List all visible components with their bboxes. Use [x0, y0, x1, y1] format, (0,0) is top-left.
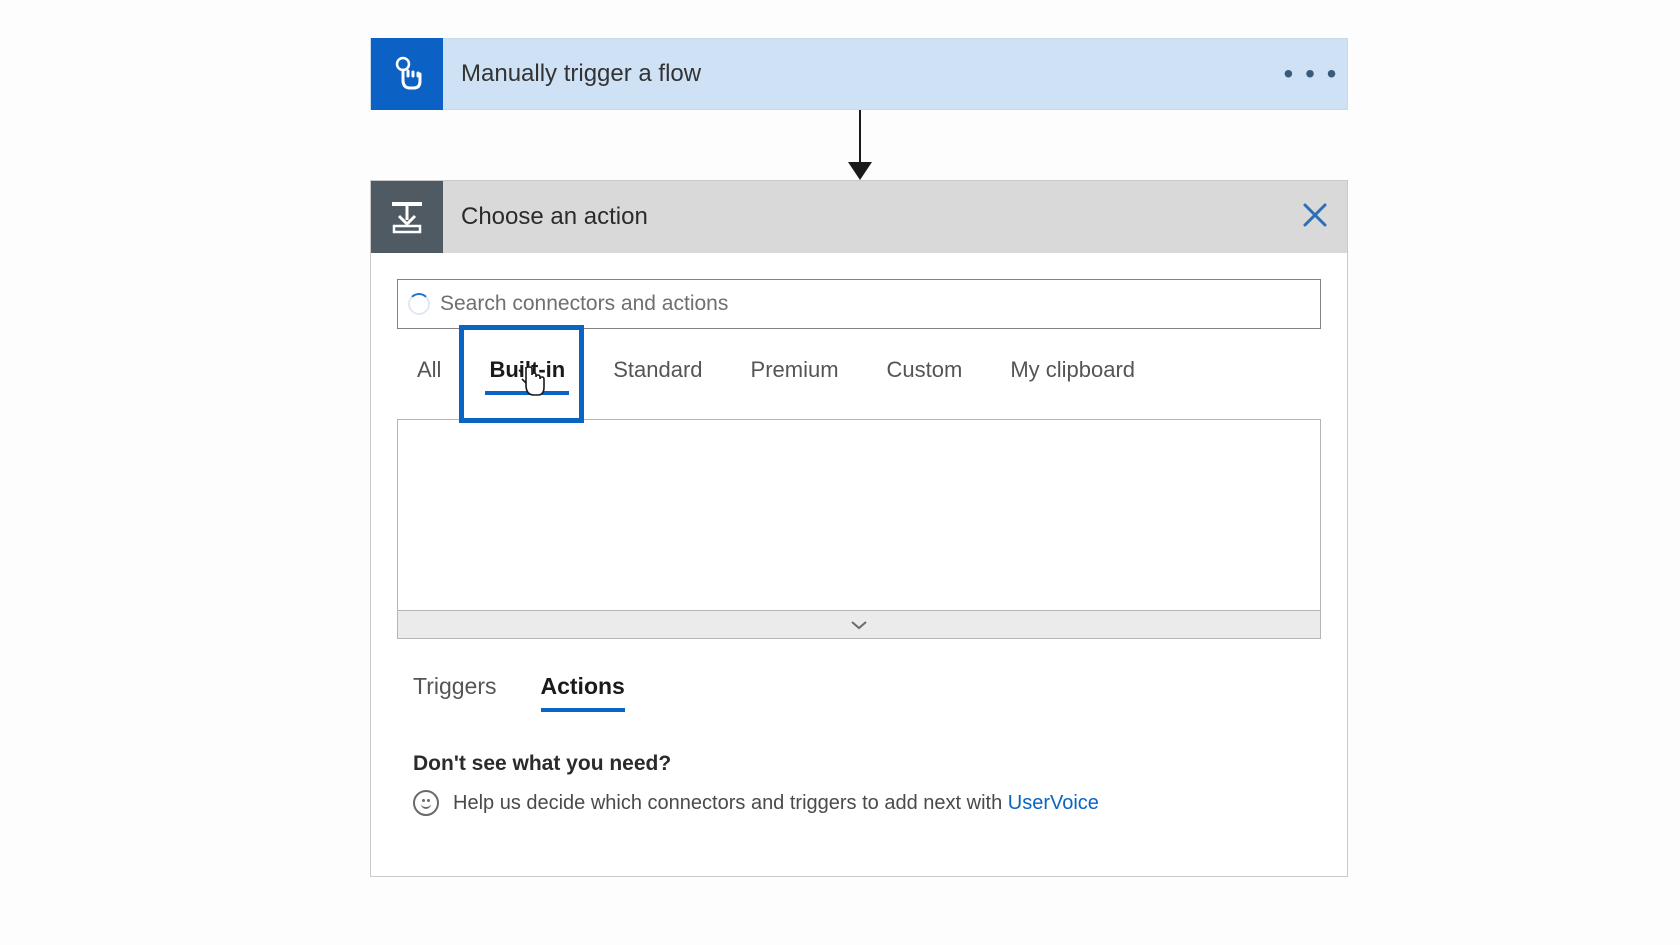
close-icon — [1302, 202, 1328, 228]
panel-header: Choose an action — [371, 181, 1347, 253]
help-block: Don't see what you need? Help us decide … — [371, 710, 1347, 876]
tab-standard[interactable]: Standard — [609, 351, 706, 393]
tab-my-clipboard[interactable]: My clipboard — [1006, 351, 1139, 393]
type-tabs: Triggers Actions — [371, 639, 1347, 710]
smiley-icon — [413, 790, 439, 816]
help-title: Don't see what you need? — [413, 752, 1305, 776]
search-placeholder: Search connectors and actions — [440, 292, 728, 316]
tab-actions[interactable]: Actions — [541, 673, 625, 710]
tab-premium[interactable]: Premium — [747, 351, 843, 393]
tab-triggers[interactable]: Triggers — [413, 673, 497, 710]
search-input[interactable]: Search connectors and actions — [397, 279, 1321, 329]
close-button[interactable] — [1283, 202, 1347, 233]
choose-action-panel: Choose an action Search connectors and a… — [370, 180, 1348, 877]
chevron-down-icon — [850, 619, 868, 631]
connector-results-area — [397, 419, 1321, 611]
trigger-more-menu[interactable]: • • • — [1275, 58, 1347, 90]
manual-trigger-icon — [371, 38, 443, 110]
loading-spinner-icon — [408, 293, 430, 315]
trigger-title: Manually trigger a flow — [443, 60, 1275, 88]
uservoice-link[interactable]: UserVoice — [1008, 792, 1099, 814]
tab-built-in[interactable]: Built-in — [485, 351, 569, 393]
category-tabs: All Built-in Standard Premium Custom My … — [371, 329, 1347, 393]
panel-title: Choose an action — [443, 203, 1283, 231]
expand-results-button[interactable] — [397, 611, 1321, 639]
flow-connector-arrow — [857, 110, 863, 180]
tab-all[interactable]: All — [413, 351, 445, 393]
help-text: Help us decide which connectors and trig… — [453, 792, 1008, 814]
tab-custom[interactable]: Custom — [883, 351, 967, 393]
choose-action-icon — [371, 181, 443, 253]
trigger-card[interactable]: Manually trigger a flow • • • — [370, 38, 1348, 110]
